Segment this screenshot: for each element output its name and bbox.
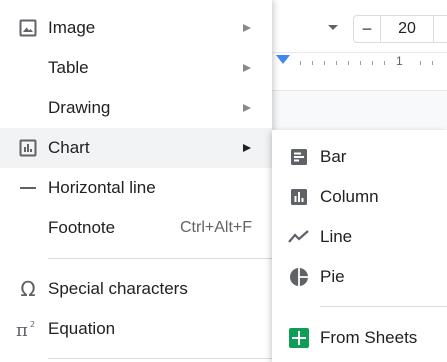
svg-text:π: π bbox=[16, 320, 28, 340]
shortcut-text: Ctrl+Alt+F bbox=[179, 219, 252, 236]
menu-item-table[interactable]: Table bbox=[0, 48, 272, 88]
menu-item-label: Horizontal line bbox=[48, 178, 156, 197]
ruler-number: 1 bbox=[396, 54, 403, 68]
line-chart-icon bbox=[288, 226, 310, 248]
submenu-item-label: From Sheets bbox=[320, 328, 418, 347]
column-chart-icon bbox=[288, 186, 310, 208]
font-dropdown-arrow-icon[interactable] bbox=[328, 25, 338, 30]
ruler-tick bbox=[372, 61, 373, 65]
ruler-tick bbox=[324, 61, 325, 65]
pie-chart-icon bbox=[288, 266, 310, 288]
ruler-tick bbox=[384, 61, 385, 65]
menu-item-footnote[interactable]: Footnote Ctrl+Alt+F bbox=[0, 208, 272, 248]
submenu-arrow-icon bbox=[243, 24, 251, 32]
ruler-tick bbox=[432, 61, 433, 65]
insert-menu: Image Table Drawing Chart Horizontal lin… bbox=[0, 0, 272, 362]
submenu-item-label: Line bbox=[320, 227, 353, 246]
ruler-tick bbox=[300, 61, 301, 65]
bar-chart-icon bbox=[288, 146, 310, 168]
submenu-item-label: Column bbox=[320, 187, 379, 206]
svg-text:2: 2 bbox=[30, 320, 35, 329]
indent-marker-icon[interactable] bbox=[276, 55, 290, 64]
menu-item-chart[interactable]: Chart bbox=[0, 128, 272, 168]
menu-item-horizontal-line[interactable]: Horizontal line bbox=[0, 168, 272, 208]
submenu-item-label: Bar bbox=[320, 147, 347, 166]
menu-item-label: Footnote bbox=[48, 218, 116, 237]
increase-font-size-button[interactable] bbox=[433, 15, 447, 43]
menu-item-label: Chart bbox=[48, 138, 90, 157]
ruler-tick bbox=[360, 61, 361, 65]
ruler-tick bbox=[336, 61, 337, 65]
menu-divider bbox=[48, 358, 272, 359]
font-size-input[interactable]: 20 bbox=[380, 15, 434, 43]
submenu-item-line[interactable]: Line bbox=[272, 217, 447, 257]
menu-item-special-characters[interactable]: Ω Special characters bbox=[0, 269, 272, 309]
submenu-item-bar[interactable]: Bar bbox=[272, 137, 447, 177]
menu-divider bbox=[48, 258, 272, 259]
ruler-tick bbox=[420, 61, 421, 65]
menu-item-label: Special characters bbox=[48, 279, 188, 298]
image-icon bbox=[16, 16, 40, 40]
ruler-tick bbox=[348, 61, 349, 65]
menu-item-label: Equation bbox=[48, 319, 116, 338]
ruler-tick bbox=[312, 61, 313, 65]
chart-submenu: Bar Column Line Pie From Sheets bbox=[272, 130, 447, 362]
decrease-font-size-button[interactable]: − bbox=[353, 15, 381, 43]
submenu-divider bbox=[320, 306, 447, 307]
chart-icon bbox=[16, 136, 40, 160]
submenu-item-label: Pie bbox=[320, 267, 345, 286]
menu-item-drawing[interactable]: Drawing bbox=[0, 88, 272, 128]
menu-item-equation[interactable]: π 2 Equation bbox=[0, 309, 272, 349]
menu-item-image[interactable]: Image bbox=[0, 8, 272, 48]
pi-squared-icon: π 2 bbox=[16, 317, 40, 341]
submenu-arrow-icon bbox=[243, 144, 251, 152]
submenu-item-from-sheets[interactable]: From Sheets bbox=[272, 318, 447, 358]
menu-item-label: Image bbox=[48, 18, 96, 37]
omega-icon: Ω bbox=[20, 277, 36, 301]
submenu-arrow-icon bbox=[243, 104, 251, 112]
submenu-item-pie[interactable]: Pie bbox=[272, 257, 447, 297]
sheets-icon bbox=[288, 327, 310, 349]
menu-item-label: Table bbox=[48, 58, 89, 77]
submenu-arrow-icon bbox=[243, 64, 251, 72]
menu-item-label: Drawing bbox=[48, 98, 111, 117]
submenu-item-column[interactable]: Column bbox=[272, 177, 447, 217]
document-page-edge bbox=[270, 90, 447, 131]
horizontal-line-icon bbox=[16, 176, 40, 200]
